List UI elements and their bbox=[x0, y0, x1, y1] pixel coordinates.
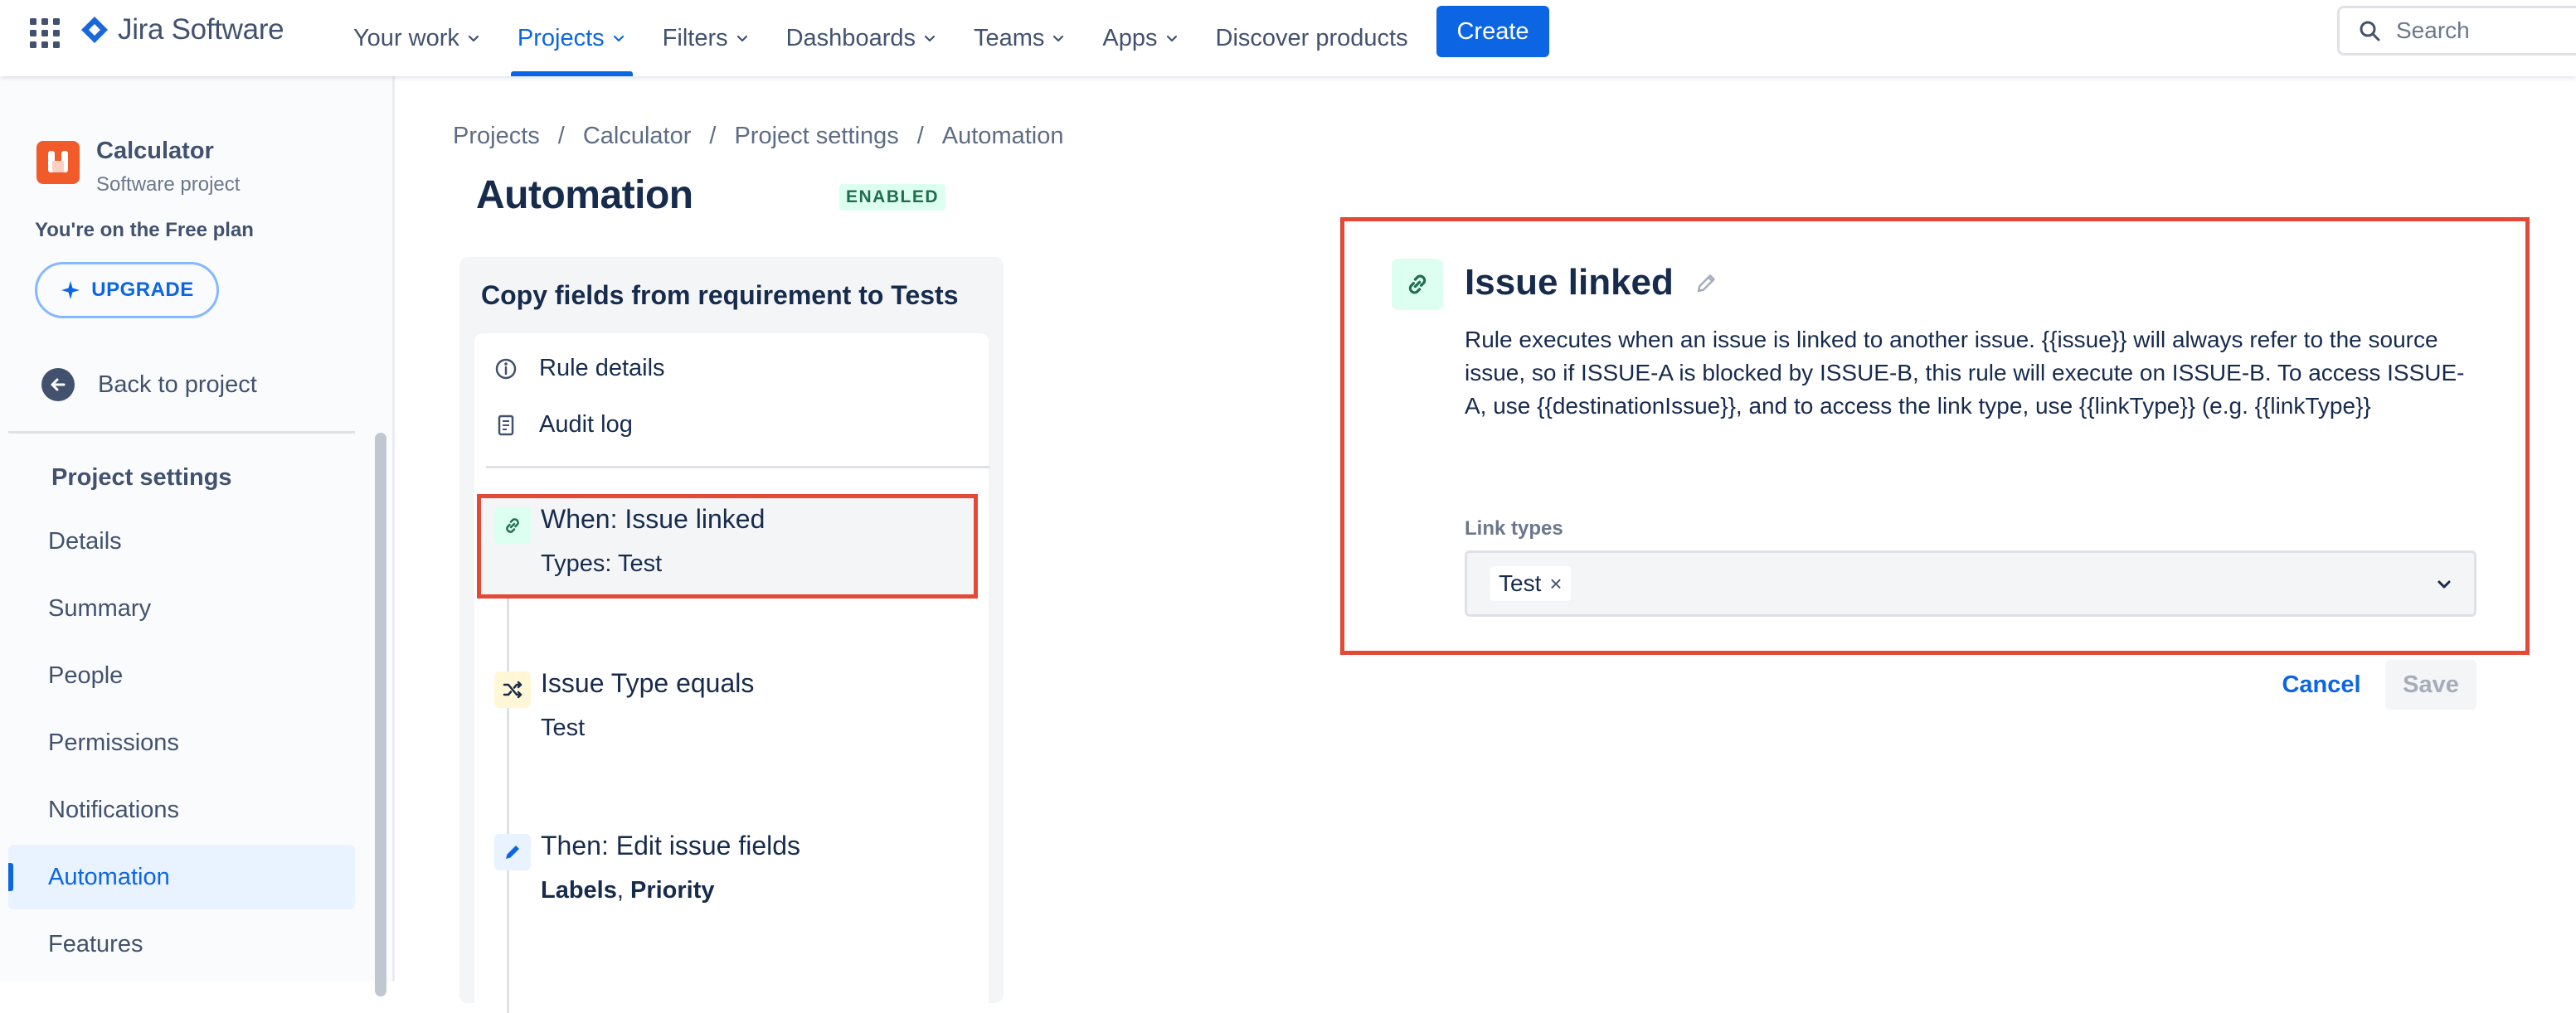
detail-title: Issue linked bbox=[1465, 262, 1720, 303]
link-types-select[interactable]: Test × bbox=[1465, 550, 2476, 617]
sidebar-item-notifications[interactable]: Notifications bbox=[8, 778, 355, 842]
sidebar-item-summary[interactable]: Summary bbox=[8, 576, 355, 641]
chevron-down-icon bbox=[1051, 31, 1066, 46]
rule-divider bbox=[486, 466, 990, 468]
chevron-down-icon bbox=[1164, 31, 1179, 46]
info-icon bbox=[494, 357, 518, 380]
nav-item-label: Apps bbox=[1102, 24, 1158, 51]
field-priority: Priority bbox=[630, 877, 715, 904]
nav-item-discover-products[interactable]: Discover products bbox=[1198, 0, 1427, 76]
sidebar-item-features[interactable]: Features bbox=[8, 912, 355, 977]
field-labels: Labels bbox=[541, 877, 617, 904]
nav-item-label: Dashboards bbox=[785, 24, 916, 51]
sidebar-item-details[interactable]: Details bbox=[8, 509, 355, 574]
audit-log-link[interactable]: Audit log bbox=[494, 411, 633, 439]
detail-title-text: Issue linked bbox=[1465, 262, 1674, 303]
tag-label: Test bbox=[1499, 570, 1542, 596]
step-title: Issue Type equals bbox=[541, 668, 755, 698]
link-types-label: Link types bbox=[1465, 517, 1563, 540]
breadcrumb: Projects / Calculator / Project settings / Aut… bbox=[453, 123, 1063, 150]
breadcrumb-separator: / bbox=[709, 123, 717, 149]
chevron-down-icon bbox=[466, 31, 481, 46]
nav-item-projects[interactable]: Projects bbox=[499, 0, 644, 76]
audit-log-label: Audit log bbox=[539, 411, 633, 438]
upgrade-label: UPGRADE bbox=[91, 279, 194, 301]
status-badge: ENABLED bbox=[839, 184, 946, 211]
document-icon bbox=[494, 414, 518, 437]
project-header[interactable]: Calculator Software project bbox=[36, 136, 240, 196]
breadcrumb-separator: / bbox=[557, 123, 565, 149]
project-type: Software project bbox=[96, 173, 241, 196]
breadcrumb-item[interactable]: Project settings bbox=[734, 123, 898, 150]
create-button[interactable]: Create bbox=[1436, 6, 1549, 57]
sidebar-scrollbar[interactable] bbox=[375, 433, 386, 996]
trigger-highlight-box bbox=[477, 494, 978, 599]
step-subtitle: Labels, Priority bbox=[541, 877, 715, 904]
jira-diamond-icon bbox=[80, 15, 109, 45]
project-name: Calculator bbox=[96, 138, 214, 164]
nav-item-filters[interactable]: Filters bbox=[644, 0, 768, 76]
nav-item-label: Discover products bbox=[1215, 24, 1408, 51]
step-subtitle: Test bbox=[541, 715, 586, 741]
step-title: Then: Edit issue fields bbox=[541, 831, 801, 860]
chevron-down-icon[interactable] bbox=[2434, 574, 2454, 594]
search-icon bbox=[2358, 19, 2381, 42]
breadcrumb-item[interactable]: Projects bbox=[453, 123, 540, 150]
chevron-down-icon bbox=[922, 31, 937, 46]
arrow-left-icon bbox=[41, 368, 75, 401]
field-separator: , bbox=[616, 877, 630, 904]
sidebar-item-permissions[interactable]: Permissions bbox=[8, 710, 355, 775]
cancel-button[interactable]: Cancel bbox=[2269, 660, 2374, 710]
pencil-icon bbox=[494, 834, 531, 870]
edit-pencil-icon[interactable] bbox=[1692, 269, 1720, 297]
search-placeholder: Search bbox=[2396, 17, 2470, 43]
back-to-project-link[interactable]: Back to project bbox=[41, 368, 257, 401]
breadcrumb-item[interactable]: Automation bbox=[942, 123, 1064, 150]
nav-item-label: Projects bbox=[517, 24, 605, 51]
detail-description: Rule executes when an issue is linked to… bbox=[1465, 327, 2465, 419]
project-avatar-icon bbox=[36, 141, 80, 184]
rule-details-label: Rule details bbox=[539, 355, 665, 381]
plan-text: You're on the Free plan bbox=[35, 219, 254, 241]
nav-item-apps[interactable]: Apps bbox=[1084, 0, 1197, 76]
link-type-tag: Test × bbox=[1490, 566, 1571, 601]
rule-name[interactable]: Copy fields from requirement to Tests bbox=[481, 280, 959, 311]
chevron-down-icon bbox=[611, 31, 626, 46]
top-navigation: Jira Software Your work Projects Filters Da… bbox=[0, 0, 2576, 76]
sidebar-item-people[interactable]: People bbox=[8, 643, 355, 708]
product-name: Jira Software bbox=[118, 13, 284, 46]
save-button[interactable]: Save bbox=[2385, 660, 2476, 710]
search-input[interactable]: Search bbox=[2337, 6, 2576, 56]
breadcrumb-separator: / bbox=[916, 123, 924, 149]
nav-item-teams[interactable]: Teams bbox=[955, 0, 1084, 76]
page-title: Automation bbox=[476, 173, 693, 217]
chevron-down-icon bbox=[735, 31, 750, 46]
nav-item-your-work[interactable]: Your work bbox=[335, 0, 499, 76]
primary-nav: Your work Projects Filters Dashboards Teams A… bbox=[335, 0, 1427, 76]
section-heading: Project settings bbox=[51, 464, 232, 491]
sparkle-icon bbox=[60, 279, 81, 301]
remove-tag-icon[interactable]: × bbox=[1549, 571, 1562, 597]
project-sidebar: Calculator Software project You're on th… bbox=[0, 76, 395, 996]
nav-item-label: Your work bbox=[353, 24, 459, 51]
breadcrumb-item[interactable]: Calculator bbox=[583, 123, 692, 150]
nav-item-label: Filters bbox=[662, 24, 728, 51]
action-step[interactable]: Then: Edit issue fields Labels, Priority bbox=[481, 824, 962, 915]
upgrade-button[interactable]: UPGRADE bbox=[35, 262, 219, 318]
nav-item-dashboards[interactable]: Dashboards bbox=[768, 0, 955, 76]
sidebar-divider bbox=[8, 431, 355, 434]
back-label: Back to project bbox=[98, 371, 257, 398]
nav-item-label: Teams bbox=[973, 24, 1045, 51]
app-switcher-icon[interactable] bbox=[28, 17, 61, 50]
sidebar-item-automation[interactable]: Automation bbox=[8, 845, 355, 909]
link-icon bbox=[1392, 259, 1443, 310]
rule-timeline-line bbox=[507, 599, 509, 1013]
jira-logo[interactable]: Jira Software bbox=[80, 13, 284, 46]
condition-step[interactable]: Issue Type equals Test bbox=[481, 662, 962, 753]
rule-details-link[interactable]: Rule details bbox=[494, 355, 665, 382]
shuffle-icon bbox=[494, 671, 531, 708]
